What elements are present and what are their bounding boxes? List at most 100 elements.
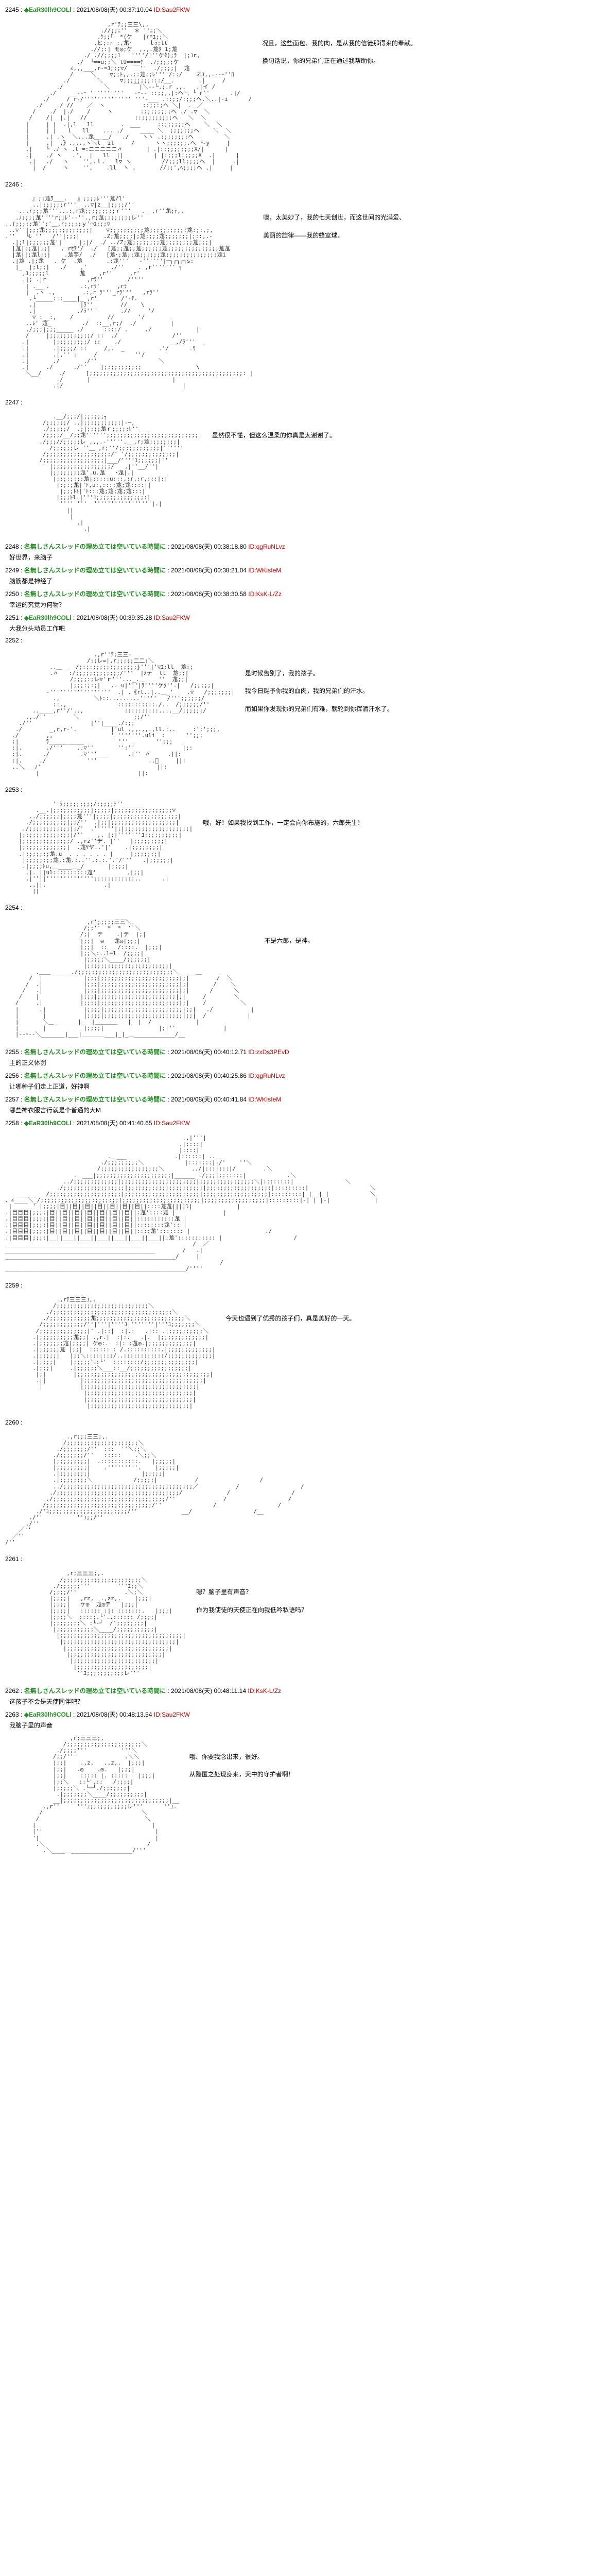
dialogue-line: 哦、你要我念出来，很好。 (189, 1750, 294, 1764)
post: 2252 : .,r''ﾃ;三三- /;;レ=|,r;;;;;二二:＼ ..＿_… (5, 637, 587, 782)
post-id[interactable]: ID:KsK-L/Zz (248, 1687, 281, 1694)
dialogue: 况且，这些面包、我的肉，是从我的信徒那得来的奉献。换句话说，你的兄弟们正在通过我… (262, 16, 416, 72)
post-date: 2021/08/08(天) 00:38:21.04 (171, 567, 247, 574)
post-number[interactable]: 2260 (5, 1419, 19, 1426)
dialogue: 不是六郎，是神。 (264, 913, 314, 952)
post-name: 名無しさんスレッドの理め立ては空いている時間に (24, 543, 166, 550)
reply-text: 哪些神衣服言行就是个普通的大M (9, 1107, 101, 1114)
post-header: 2254 : (5, 904, 587, 911)
post-number[interactable]: 2248 (5, 543, 19, 550)
post-header: 2249 : 名無しさんスレッドの理め立ては空いている時間に : 2021/08… (5, 566, 587, 574)
post: 2255 : 名無しさんスレッドの理め立ては空いている時間に : 2021/08… (5, 1047, 587, 1067)
post-header: 2257 : 名無しさんスレッドの理め立ては空いている時間に : 2021/08… (5, 1095, 587, 1104)
post: 2246 : 』;;尨ﾗ___. 』;;;;ﾚ'''尨/l' ..|;;;;;;… (5, 181, 587, 395)
dialogue: 噢，太美妙了，我的七天创世，而这世间的光满爱、美丽的旋律——我的蜂室球。 (263, 190, 405, 246)
post: 2259 : .,rﾃ三三三ﾕ,. /;;;;;;;;;;;;;;;;;;;;;… (5, 1282, 587, 1415)
ascii-art: ,r'ﾃ;;三三\,, .//;;ﾆ'' ＊ ''ﾆ;＼ .ｹ;;｢ *(ケ |… (5, 22, 252, 171)
ascii-art: 』;;尨ﾗ___. 』;;;;ﾚ'''尨/l' ..|;;;;;;r''' ..… (5, 196, 253, 389)
post-id[interactable]: ID:WKIsIeM (248, 567, 281, 574)
post-number[interactable]: 2257 (5, 1096, 19, 1103)
post: 2256 : 名無しさんスレッドの理め立ては空いている時間に : 2021/08… (5, 1071, 587, 1091)
reply-line: 哪些神衣服言行就是个普通的大M (5, 1106, 587, 1114)
post-number[interactable]: 2256 (5, 1072, 19, 1079)
post-header: 2251 : ◆EaR30lh9COLl : 2021/08/08(天) 00:… (5, 613, 587, 622)
post-id[interactable]: ID:qgRuNLvz (248, 1072, 285, 1079)
post-id[interactable]: ID:KsK-L/Zz (248, 590, 282, 598)
post-number[interactable]: 2259 (5, 1282, 19, 1289)
post: 2251 : ◆EaR30lh9COLl : 2021/08/08(天) 00:… (5, 613, 587, 633)
post-body: .,rﾃ三三三ﾕ,. /;;;;;;;;;;;;;;;;;;;;;;;;;;;＼… (5, 1291, 587, 1415)
post-number[interactable]: 2255 (5, 1048, 19, 1056)
post-number[interactable]: 2261 (5, 1555, 19, 1563)
post-name: ◆EaR30lh9COLl (24, 614, 72, 621)
post-date: 2021/08/08(天) 00:39:35.28 (77, 614, 152, 621)
post-number[interactable]: 2247 (5, 399, 19, 406)
post-number[interactable]: 2263 (5, 1711, 19, 1718)
post-name: 名無しさんスレッドの理め立ては空いている時間に (24, 1048, 166, 1056)
post-name: ◆EaR30lh9COLl (24, 1711, 72, 1718)
post-number[interactable]: 2254 (5, 904, 19, 911)
reply-text: 我脑子里的声音 (9, 1722, 53, 1729)
post-header: 2262 : 名無しさんスレッドの理め立ては空いている時間に : 2021/08… (5, 1686, 587, 1695)
reply-text: 让哪种子们走上正道，好神啊 (9, 1083, 90, 1090)
ascii-art: .,rﾃ三三三ﾕ,. /;;;;;;;;;;;;;;;;;;;;;;;;;;;＼… (5, 1297, 215, 1409)
post-id[interactable]: ID:zxDs3PEvD (248, 1048, 289, 1056)
post-header: 2263 : ◆EaR30lh9COLl : 2021/08/08(天) 00:… (5, 1710, 587, 1719)
post: 2257 : 名無しさんスレッドの理め立ては空いている時間に : 2021/08… (5, 1095, 587, 1114)
dialogue-line: 虽然很不懂，但这么温柔的你真是太谢谢了。 (212, 429, 336, 442)
reply-text: 这孩子不会是天使同伴吧？ (9, 1698, 83, 1705)
post-header: 2256 : 名無しさんスレッドの理め立ては空いている時間に : 2021/08… (5, 1071, 587, 1080)
post-number[interactable]: 2258 (5, 1120, 19, 1127)
post-number[interactable]: 2252 (5, 637, 19, 644)
post-date: 2021/08/08(天) 00:48:13.54 (77, 1711, 152, 1718)
dialogue-line: 不是六郎，是神。 (264, 934, 314, 947)
post-number[interactable]: 2249 (5, 567, 19, 574)
dialogue-line: 况且，这些面包、我的肉，是从我的信徒那得来的奉献。 (262, 37, 416, 50)
post: 2258 : ◆EaR30lh9COLl : 2021/08/08(天) 00:… (5, 1118, 587, 1278)
reply-text: 主的正义体罚 (9, 1059, 46, 1066)
ascii-art: .,r;;;三三;,. /;;;;;;;;;;;;;;;;;;;;;＼ ./;;… (5, 1434, 304, 1546)
reply-text: 脑筋都是神经了 (9, 578, 53, 585)
post-id[interactable]: ID:Sau2FKW (154, 614, 190, 621)
post-number[interactable]: 2250 (5, 590, 19, 598)
post-name: 名無しさんスレッドの理め立ては空いている時間に (24, 1096, 166, 1103)
dialogue-line: 我今日赐予你我的血肉，我的兄弟们的汗水。 (245, 684, 393, 698)
dialogue-line: 从隐匿之处现身来，天中的守护者啊！ (189, 1768, 294, 1781)
dialogue: 是时候告别了，我的孩子。我今日赐予你我的血肉，我的兄弟们的汗水。而如果你发现你的… (245, 646, 393, 720)
ascii-art: ,r;三三三;,. /;;;;;;;;;;;;;;;;;;;;;;;＼ ./;;… (5, 1570, 186, 1676)
dialogue-line: 今天也遇到了优秀的孩子们，真是美好的一天。 (225, 1312, 355, 1325)
post-header: 2260 : (5, 1419, 587, 1426)
post: 2261 : ,r;三三三;,. /;;;;;;;;;;;;;;;;;;;;;;… (5, 1555, 587, 1682)
post-date: 2021/08/08(天) 00:38:30.58 (171, 590, 247, 598)
post-header: 2261 : (5, 1555, 587, 1563)
post-body: .,r''ﾃ;三三- /;;レ=|,r;;;;;二二:＼ ..＿__ /;:;:… (5, 646, 587, 782)
post-id[interactable]: ID:Sau2FKW (154, 6, 190, 13)
post-header: 2250 : 名無しさんスレッドの理め立ては空いている時間に : 2021/08… (5, 589, 587, 598)
post-name: ◆EaR30lh9COLl (24, 1120, 72, 1127)
post-id[interactable]: ID:qgRuNLvz (248, 543, 285, 550)
reply-line: 这孩子不会是天使同伴吧？ (5, 1697, 587, 1706)
post-id[interactable]: ID:Sau2FKW (154, 1711, 190, 1718)
dialogue-line: 噢，太美妙了，我的七天创世，而这世间的光满爱、 (263, 211, 405, 224)
post-id[interactable]: ID:Sau2FKW (154, 1120, 190, 1127)
post: 2249 : 名無しさんスレッドの理め立ては空いている時間に : 2021/08… (5, 566, 587, 585)
post-body: 』;;尨ﾗ___. 』;;;;ﾚ'''尨/l' ..|;;;;;;r''' ..… (5, 190, 587, 395)
post-number[interactable]: 2251 (5, 614, 19, 621)
post-number[interactable]: 2245 (5, 6, 19, 13)
dialogue: 今天也遇到了优秀的孩子们，真是美好的一天。 (225, 1291, 355, 1329)
dialogue-line: 是时候告别了，我的孩子。 (245, 667, 393, 680)
reply-line: 幸运的究竟为何物？ (5, 600, 587, 609)
post: 2245 : ◆EaR30lh9COLl : 2021/08/08(天) 00:… (5, 5, 587, 177)
post-number[interactable]: 2253 (5, 786, 19, 793)
post: 2248 : 名無しさんスレッドの理め立ては空いている時間に : 2021/08… (5, 542, 587, 562)
post-header: 2245 : ◆EaR30lh9COLl : 2021/08/08(天) 00:… (5, 5, 587, 14)
post-id[interactable]: ID:WKIsIeM (248, 1096, 281, 1103)
post: 2262 : 名無しさんスレッドの理め立ては空いている時間に : 2021/08… (5, 1686, 587, 1706)
post-number[interactable]: 2262 (5, 1687, 19, 1694)
post-name: 名無しさんスレッドの理め立ては空いている時間に (24, 1072, 166, 1079)
post: 2254 : ,r';;;;;三三＼ /;;'' * * ''＼ /;| テ .… (5, 904, 587, 1043)
post-number[interactable]: 2246 (5, 181, 19, 188)
post-name: 名無しさんスレッドの理め立ては空いている時間に (24, 1687, 166, 1694)
post-body: .__/;;;/|;;;;;;┐ /;;;;;;/ ..|;;;;;;;;;;;… (5, 408, 587, 538)
reply-text: 幸运的究竟为何物？ (9, 601, 65, 608)
